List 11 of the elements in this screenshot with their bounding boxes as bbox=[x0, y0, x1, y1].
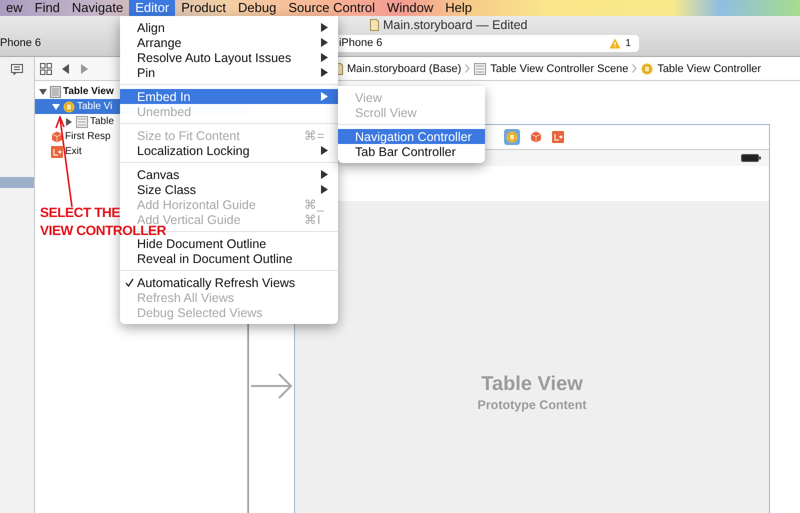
placeholder-subtitle: Prototype Content bbox=[477, 398, 587, 412]
annotation-text: SELECT THE bbox=[40, 204, 120, 222]
keyboard-shortcut: ⌘_ bbox=[304, 197, 326, 212]
annotation-text: VIEW CONTROLLER bbox=[40, 223, 166, 239]
device-name: iPhone 6 bbox=[338, 37, 382, 49]
device-label: Phone 6 bbox=[0, 37, 41, 49]
window-title: Main.storyboard — Edited bbox=[383, 18, 528, 32]
warning-count: 1 bbox=[625, 38, 631, 48]
placeholder-title: Table View bbox=[481, 373, 583, 396]
keyboard-shortcut: ⌘I bbox=[304, 212, 322, 227]
keyboard-shortcut: ⌘= bbox=[304, 128, 326, 143]
